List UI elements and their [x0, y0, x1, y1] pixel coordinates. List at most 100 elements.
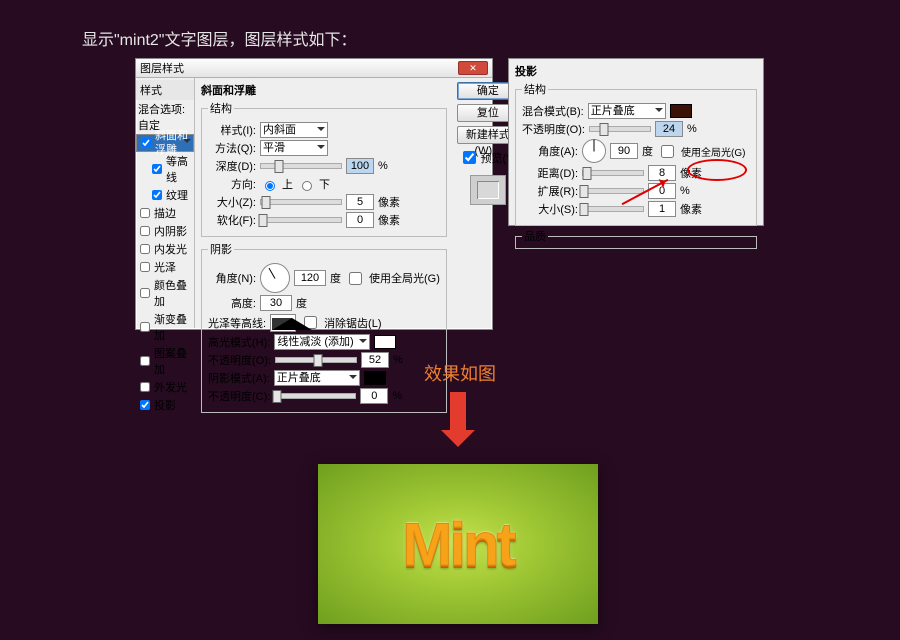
angle-unit: 度	[330, 270, 341, 286]
checkbox[interactable]	[140, 208, 150, 218]
style-item-texture[interactable]: 纹理	[136, 186, 194, 204]
result-text: Mint	[402, 510, 513, 579]
soften-label: 软化(F):	[208, 212, 256, 228]
angle-dial[interactable]	[582, 139, 606, 163]
drop-shadow-dialog: 投影 结构 混合模式(B): 正片叠底 不透明度(O): 24 % 角度(A):…	[508, 58, 764, 226]
distance-label: 距离(D):	[522, 165, 578, 181]
section-title: 斜面和浮雕	[201, 82, 447, 98]
style-item-gradient-overlay[interactable]: 渐变叠加	[136, 310, 194, 344]
technique-select[interactable]: 平滑	[260, 140, 328, 156]
size-value[interactable]: 1	[648, 201, 676, 217]
checkbox[interactable]	[152, 190, 162, 200]
altitude-value[interactable]: 30	[260, 295, 292, 311]
direction-up-radio[interactable]	[265, 181, 275, 191]
size-unit: 像素	[378, 194, 400, 210]
titlebar[interactable]: 图层样式 ✕	[136, 59, 492, 78]
checkbox[interactable]	[140, 400, 150, 410]
label: 图案叠加	[154, 345, 192, 377]
caption-top: 显示"mint2"文字图层，图层样式如下：	[82, 26, 357, 50]
direction-down-radio[interactable]	[302, 181, 312, 191]
size-label: 大小(Z):	[208, 194, 256, 210]
shadow-opacity-unit: %	[392, 390, 402, 402]
soften-slider[interactable]	[260, 217, 342, 223]
label: 内阴影	[154, 223, 187, 239]
spread-value[interactable]: 0	[648, 183, 676, 199]
preview-checkbox[interactable]	[463, 151, 476, 164]
highlight-opacity-unit: %	[393, 354, 403, 366]
angle-value[interactable]: 90	[610, 143, 638, 159]
style-item-contour[interactable]: 等高线	[136, 152, 194, 186]
checkbox[interactable]	[140, 322, 150, 332]
label: 渐变叠加	[154, 311, 192, 343]
style-item-inner-glow[interactable]: 内发光	[136, 240, 194, 258]
gloss-contour-swatch[interactable]	[270, 314, 296, 332]
style-item-stroke[interactable]: 描边	[136, 204, 194, 222]
checkbox[interactable]	[140, 356, 150, 366]
altitude-label: 高度:	[208, 295, 256, 311]
altitude-unit: 度	[296, 295, 307, 311]
style-item-bevel[interactable]: 斜面和浮雕	[136, 134, 194, 152]
shadow-mode-label: 阴影模式(A):	[208, 370, 270, 386]
checkbox[interactable]	[152, 164, 162, 174]
shadow-color-chip[interactable]	[670, 104, 692, 118]
opacity-unit: %	[687, 123, 697, 135]
style-select[interactable]: 内斜面	[260, 122, 328, 138]
soften-unit: 像素	[378, 212, 400, 228]
highlight-color-chip[interactable]	[374, 335, 396, 349]
checkbox[interactable]	[140, 244, 150, 254]
size-label: 大小(S):	[522, 201, 578, 217]
checkbox[interactable]	[141, 138, 151, 148]
checkbox[interactable]	[140, 262, 150, 272]
checkbox[interactable]	[140, 226, 150, 236]
label: 外发光	[154, 379, 187, 395]
shadow-opacity-slider[interactable]	[274, 393, 356, 399]
angle-dial[interactable]	[260, 263, 290, 293]
style-item-outer-glow[interactable]: 外发光	[136, 378, 194, 396]
label: 内发光	[154, 241, 187, 257]
label: 光泽	[154, 259, 176, 275]
soften-value[interactable]: 0	[346, 212, 374, 228]
highlight-opacity-label: 不透明度(O):	[208, 352, 271, 368]
style-item-drop-shadow[interactable]: 投影	[136, 396, 194, 414]
direction-up-label: 上	[282, 176, 293, 192]
spread-slider[interactable]	[582, 188, 644, 194]
opacity-value[interactable]: 24	[655, 121, 683, 137]
highlight-mode-select[interactable]: 线性减淡 (添加)	[274, 334, 370, 350]
size-slider[interactable]	[260, 199, 342, 205]
highlight-opacity-value[interactable]: 52	[361, 352, 389, 368]
style-item-color-overlay[interactable]: 颜色叠加	[136, 276, 194, 310]
shadow-opacity-value[interactable]: 0	[360, 388, 388, 404]
label: 斜面和浮雕	[155, 129, 191, 157]
depth-value[interactable]: 100	[346, 158, 374, 174]
shadow-opacity-label: 不透明度(C):	[208, 388, 270, 404]
angle-value[interactable]: 120	[294, 270, 326, 286]
distance-slider[interactable]	[582, 170, 644, 176]
label: 颜色叠加	[154, 277, 192, 309]
angle-label: 角度(A):	[522, 143, 578, 159]
close-icon[interactable]: ✕	[458, 61, 488, 75]
style-item-satin[interactable]: 光泽	[136, 258, 194, 276]
distance-value[interactable]: 8	[648, 165, 676, 181]
checkbox[interactable]	[140, 288, 150, 298]
style-item-pattern-overlay[interactable]: 图案叠加	[136, 344, 194, 378]
blend-mode-select[interactable]: 正片叠底	[588, 103, 666, 119]
opacity-label: 不透明度(O):	[522, 121, 585, 137]
shadow-color-chip[interactable]	[364, 371, 386, 385]
global-light-label: 使用全局光(G)	[681, 144, 745, 159]
style-item-inner-shadow[interactable]: 内阴影	[136, 222, 194, 240]
checkbox[interactable]	[140, 382, 150, 392]
size-slider[interactable]	[582, 206, 644, 212]
blend-mode-label: 混合模式(B):	[522, 103, 584, 119]
size-value[interactable]: 5	[346, 194, 374, 210]
styles-header: 样式	[136, 80, 194, 100]
preview-swatch	[470, 175, 506, 205]
highlight-opacity-slider[interactable]	[275, 357, 357, 363]
shadow-mode-select[interactable]: 正片叠底	[274, 370, 360, 386]
opacity-slider[interactable]	[589, 126, 651, 132]
label: 描边	[154, 205, 176, 221]
anti-alias-label: 消除锯齿(L)	[324, 315, 381, 331]
global-light-checkbox[interactable]	[349, 272, 362, 285]
global-light-checkbox[interactable]	[661, 145, 674, 158]
label: 等高线	[166, 153, 192, 185]
depth-slider[interactable]	[260, 163, 342, 169]
